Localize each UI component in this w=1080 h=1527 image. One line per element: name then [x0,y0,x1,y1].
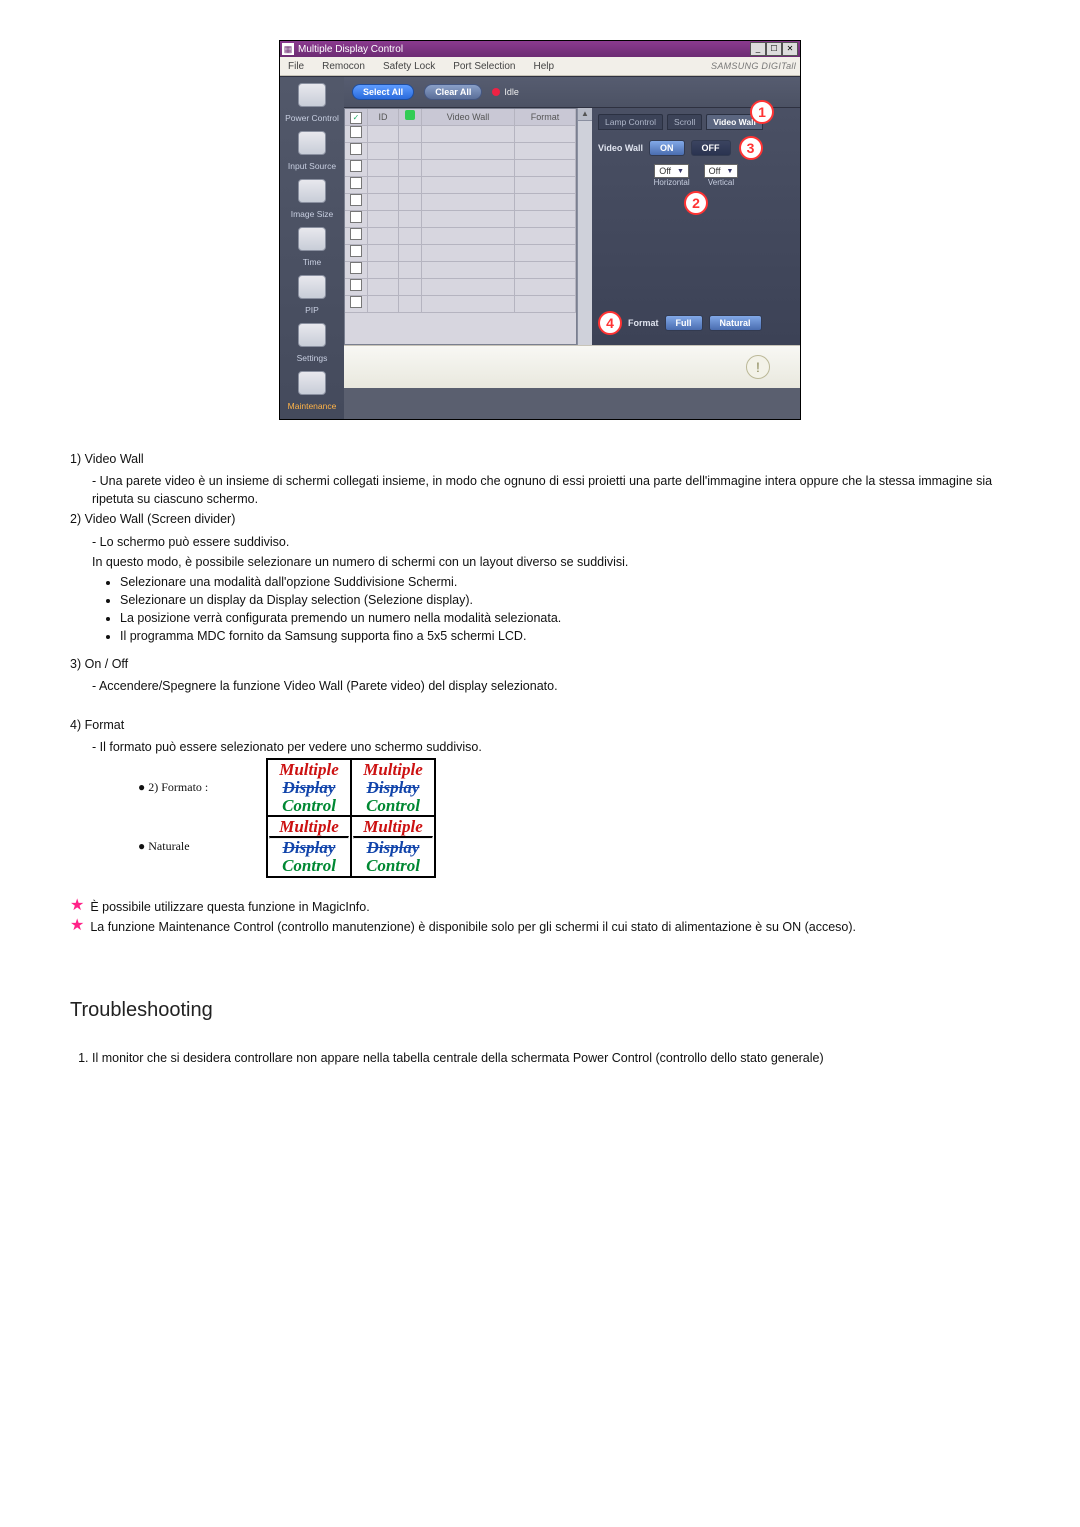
format-row1-label: 2) Formato : [148,780,208,794]
vertical-caption: Vertical [708,178,734,187]
i2-b1: Selezionare un display da Display select… [120,591,1010,609]
sidebar-item-image-size[interactable]: Image Size [280,209,344,219]
star-icon: ★ [70,898,84,916]
col-video-wall: Video Wall [422,109,515,126]
i3-num: 3) [70,657,81,671]
video-wall-label: Video Wall [598,143,643,153]
minimize-button[interactable]: _ [750,42,766,56]
tab-scroll[interactable]: Scroll [667,114,702,130]
pip-icon[interactable] [298,275,326,299]
i1-dash: Una parete video è un insieme di schermi… [92,472,1010,508]
col-check[interactable] [345,109,368,126]
format-row2-label: Naturale [148,839,189,853]
window-title: Multiple Display Control [298,44,403,55]
i4-num: 4) [70,718,81,732]
callout-3: 3 [739,136,763,160]
alert-icon: ! [746,355,770,379]
input-source-icon[interactable] [298,131,326,155]
image-size-icon[interactable] [298,179,326,203]
menu-file[interactable]: File [284,59,308,74]
i3-dash: Accendere/Spegnere la funzione Video Wal… [92,677,1010,695]
right-panel: 1 Lamp Control Scroll Video Wall Video W… [592,108,800,345]
i2-b3: Il programma MDC fornito da Samsung supp… [120,627,1010,645]
titlebar: ▦ Multiple Display Control _ ☐ ✕ [280,41,800,57]
menubar: File Remocon Safety Lock Port Selection … [280,57,800,76]
menu-safety-lock[interactable]: Safety Lock [379,59,439,74]
callout-1: 1 [750,100,774,124]
sidebar-item-power[interactable]: Power Control [280,113,344,123]
time-icon[interactable] [298,227,326,251]
ts-item-1: Il monitor che si desidera controllare n… [92,1049,1010,1067]
power-control-icon[interactable] [298,83,326,107]
sidebar-item-pip[interactable]: PIP [280,305,344,315]
i1-num: 1) [70,452,81,466]
table-scrollbar[interactable]: ▲ [577,108,592,345]
star-note-2: La funzione Maintenance Control (control… [90,918,856,936]
sidebar-item-input[interactable]: Input Source [280,161,344,171]
sidebar-item-time[interactable]: Time [280,257,344,267]
brand-text: SAMSUNG DIGITall [711,61,796,71]
maintenance-icon[interactable] [298,371,326,395]
format-example-full: ● 2) Formato : Multiple Display Control … [130,758,436,878]
sidebar-item-settings[interactable]: Settings [280,353,344,363]
i2-dash1: Lo schermo può essere suddiviso. [92,533,1010,551]
app-window: ▦ Multiple Display Control _ ☐ ✕ File Re… [279,40,801,420]
mdc-l2a: Display [283,778,336,797]
callout-4: 4 [598,311,622,335]
scroll-up-icon[interactable]: ▲ [578,108,592,121]
i2-num: 2) [70,512,81,526]
col-id: ID [368,109,399,126]
tab-lamp-control[interactable]: Lamp Control [598,114,663,130]
i1-title: Video Wall [85,452,144,466]
mdc-l1a: Multiple [279,760,339,779]
mdc-l3a: Control [282,796,336,815]
close-button[interactable]: ✕ [782,42,798,56]
vw-on-button[interactable]: ON [649,140,685,156]
horizontal-select[interactable]: Off▼ [654,164,689,178]
star-icon: ★ [70,918,84,936]
display-table: ID Video Wall Format [344,108,577,345]
idle-dot-icon [492,88,500,96]
menu-remocon[interactable]: Remocon [318,59,369,74]
vw-off-button[interactable]: OFF [691,140,731,156]
i2-b2: La posizione verrà configurata premendo … [120,609,1010,627]
i3-title: On / Off [85,657,129,671]
settings-icon[interactable] [298,323,326,347]
select-all-button[interactable]: Select All [352,84,414,100]
format-full-button[interactable]: Full [665,315,703,331]
troubleshooting-heading: Troubleshooting [70,996,1010,1025]
sidebar: Power Control Input Source Image Size Ti… [280,77,344,419]
i2-title: Video Wall (Screen divider) [85,512,236,526]
menu-help[interactable]: Help [529,59,558,74]
clear-all-button[interactable]: Clear All [424,84,482,100]
i4-dash: Il formato può essere selezionato per ve… [92,738,1010,756]
format-natural-button[interactable]: Natural [709,315,762,331]
menu-port-selection[interactable]: Port Selection [449,59,519,74]
statusbar: ! [344,345,800,388]
star-note-1: È possibile utilizzare questa funzione i… [90,898,369,916]
i2-b0: Selezionare una modalità dall'opzione Su… [120,573,1010,591]
vertical-select[interactable]: Off▼ [704,164,739,178]
col-signal [399,109,422,126]
sidebar-item-maintenance[interactable]: Maintenance [280,401,344,411]
i4-title: Format [85,718,125,732]
col-format: Format [515,109,576,126]
format-label: Format [628,318,659,328]
horizontal-caption: Horizontal [654,178,690,187]
idle-indicator: Idle [492,87,519,97]
callout-2: 2 [684,191,708,215]
maximize-button[interactable]: ☐ [766,42,782,56]
app-icon: ▦ [282,43,294,55]
i2-dash2: In questo modo, è possibile selezionare … [92,553,1010,571]
toolbar: Select All Clear All Idle [344,77,800,108]
